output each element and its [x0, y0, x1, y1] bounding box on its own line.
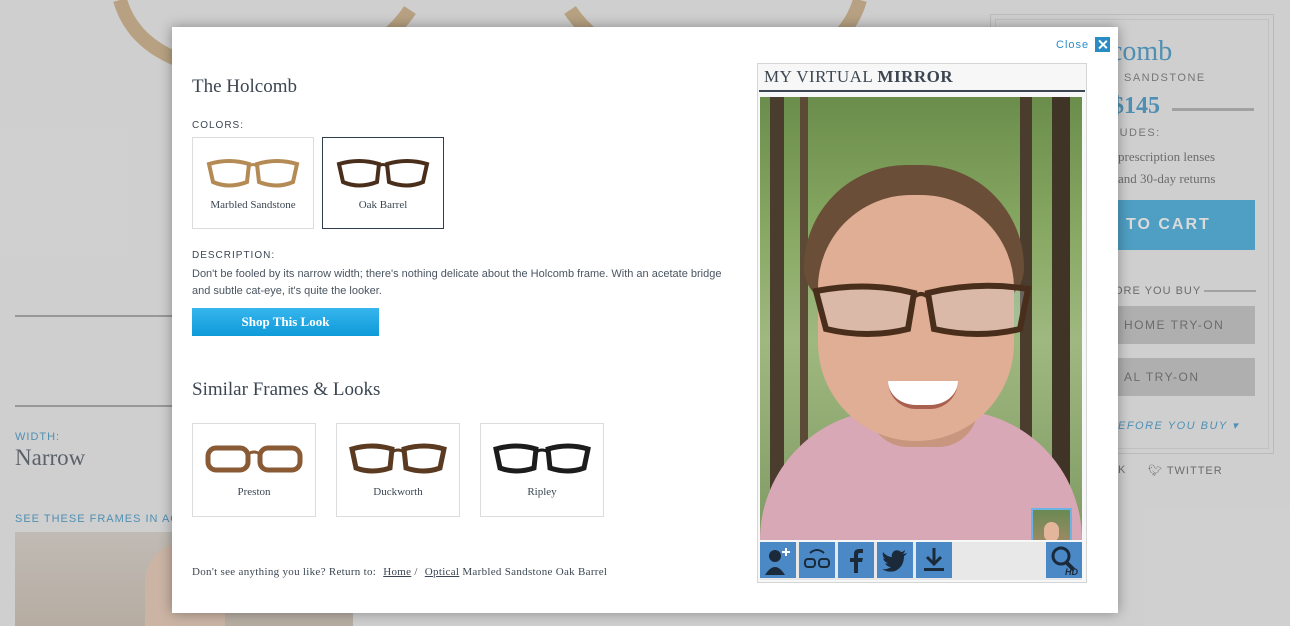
glasses-image — [205, 445, 303, 473]
add-user-icon — [765, 548, 790, 575]
rotate-glasses-icon — [804, 549, 830, 568]
divider — [759, 90, 1085, 92]
add-user-button[interactable] — [760, 542, 796, 578]
modal-title: The Holcomb — [192, 76, 298, 97]
download-button[interactable] — [916, 542, 952, 578]
facebook-icon — [850, 549, 863, 573]
product-quickview-modal: Close The Holcomb COLORS: Marbled Sandst… — [172, 27, 1118, 613]
svg-text:HD: HD — [1065, 567, 1078, 576]
glasses-image — [336, 159, 430, 188]
similar-frame-label: Ripley — [527, 486, 557, 498]
similar-frame-duckworth[interactable]: Duckworth — [336, 423, 460, 517]
virtual-mirror-panel: MY VIRTUAL MIRROR HD — [757, 63, 1087, 583]
similar-frame-label: Preston — [237, 486, 271, 498]
close-label: Close — [1056, 38, 1090, 51]
description-label: DESCRIPTION: — [192, 250, 276, 261]
glasses-image — [493, 443, 591, 474]
tryon-glasses-overlay — [812, 282, 1032, 337]
color-swatch-oak-barrel[interactable]: Oak Barrel — [322, 137, 444, 229]
footer-home-link[interactable]: Home — [383, 566, 411, 578]
similar-frames-title: Similar Frames & Looks — [192, 379, 381, 400]
footer-prompt: Don't see anything you like? Return to: — [192, 566, 377, 578]
breadcrumb-separator: / — [414, 566, 418, 578]
twitter-icon — [882, 550, 907, 572]
footer-color-names: Marbled Sandstone Oak Barrel — [462, 566, 608, 578]
similar-frame-label: Duckworth — [373, 486, 423, 498]
user-photo-thumbnail[interactable] — [1031, 508, 1072, 540]
similar-frame-ripley[interactable]: Ripley — [480, 423, 604, 517]
download-icon — [924, 548, 944, 571]
swatch-label: Oak Barrel — [358, 199, 408, 211]
virtual-tryon-photo[interactable] — [760, 97, 1082, 540]
similar-frame-preston[interactable]: Preston — [192, 423, 316, 517]
hd-zoom-button[interactable]: HD — [1046, 542, 1082, 578]
footer-navigation: Don't see anything you like? Return to: … — [192, 566, 607, 578]
mirror-toolbar: HD — [760, 542, 1082, 580]
glasses-image — [349, 443, 447, 474]
shop-this-look-button[interactable]: Shop This Look — [192, 308, 379, 336]
close-icon — [1095, 37, 1111, 52]
adjust-glasses-button[interactable] — [799, 542, 835, 578]
footer-optical-link[interactable]: Optical — [425, 566, 459, 578]
twitter-share-button[interactable] — [877, 542, 913, 578]
close-button[interactable]: Close — [1056, 37, 1111, 52]
colors-label: COLORS: — [192, 120, 245, 131]
product-description: Don't be fooled by its narrow width; the… — [192, 268, 722, 297]
facebook-share-button[interactable] — [838, 542, 874, 578]
mirror-title: MY VIRTUAL MIRROR — [764, 67, 954, 86]
glasses-image — [206, 159, 300, 188]
swatch-label: Marbled Sandstone — [210, 199, 296, 211]
color-swatch-marbled-sandstone[interactable]: Marbled Sandstone — [192, 137, 314, 229]
zoom-hd-icon: HD — [1051, 546, 1078, 576]
